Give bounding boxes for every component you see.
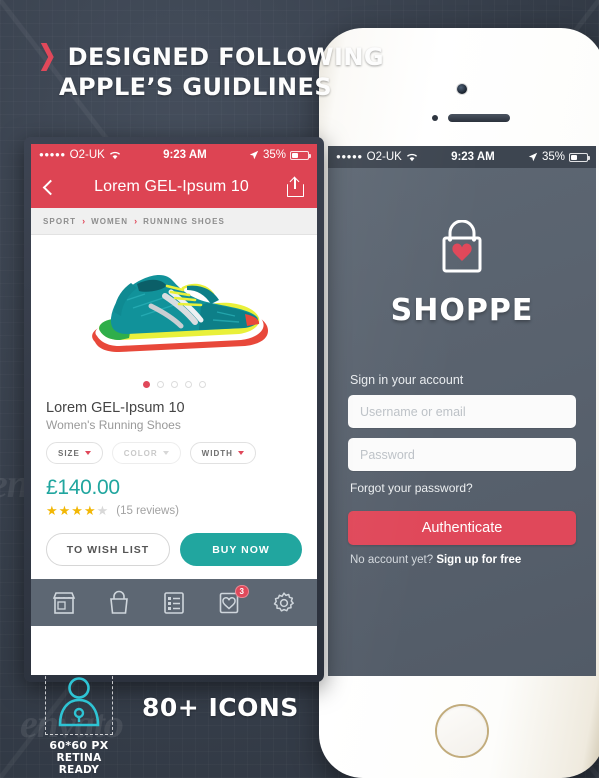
battery-icon: [569, 152, 590, 162]
no-account-label: No account yet?: [350, 554, 434, 566]
location-arrow-icon: [528, 152, 538, 162]
shopping-bag-heart-icon: [434, 219, 490, 283]
product-price: £140.00: [46, 476, 120, 499]
headline-line-2: APPLE’S GUIDLINES: [59, 73, 333, 101]
width-dropdown[interactable]: WIDTH: [189, 442, 256, 464]
gallery-dot-2[interactable]: [156, 381, 164, 388]
earpiece-speaker: [448, 114, 510, 122]
login-screen: ●●●●● O2-UK 9:23 AM 35% SHOPPE Sign in y…: [328, 146, 596, 676]
share-icon[interactable]: [287, 176, 304, 197]
home-button[interactable]: [437, 706, 487, 756]
breadcrumb: SPORT › WOMEN › RUNNING SHOES: [31, 208, 317, 235]
product-title: Lorem GEL-Ipsum 10: [46, 400, 185, 416]
clock-label: 9:23 AM: [451, 151, 495, 163]
status-bar-right: ●●●●● O2-UK 9:23 AM 35%: [328, 146, 596, 168]
phone-device-right: ●●●●● O2-UK 9:23 AM 35% SHOPPE Sign in y…: [319, 28, 599, 778]
password-input[interactable]: Password: [348, 438, 576, 471]
wishlist-button[interactable]: TO WISH LIST: [46, 533, 170, 566]
authenticate-button[interactable]: Authenticate: [348, 511, 576, 545]
product-subtitle: Women's Running Shoes: [46, 418, 181, 432]
location-arrow-icon: [249, 150, 259, 160]
carrier-label: O2-UK: [69, 149, 105, 161]
star-rating-icon: ★★★★★: [46, 503, 110, 518]
tab-wishlist[interactable]: 3: [216, 584, 249, 616]
wishlist-badge: 3: [234, 584, 249, 598]
rating-row: ★★★★★ (15 reviews): [46, 503, 302, 519]
size-dropdown[interactable]: SIZE: [46, 442, 103, 464]
color-label: COLOR: [123, 448, 158, 458]
page-title: Lorem GEL-Ipsum 10: [94, 178, 249, 195]
product-screen: ●●●●● O2-UK 9:23 AM 35% Lorem GEL-Ipsum …: [31, 144, 317, 675]
product-details: Lorem GEL-Ipsum 10 Women's Running Shoes…: [31, 392, 317, 579]
wifi-icon: [406, 153, 417, 162]
chevron-down-icon: [237, 451, 244, 455]
user-lock-icon: [55, 675, 103, 732]
icon-size-caption: 60*60 PX: [49, 739, 109, 752]
chevron-down-icon: [84, 451, 91, 455]
signal-dots-icon: ●●●●●: [39, 150, 66, 159]
chevron-right-icon: ›: [134, 216, 138, 226]
status-bar-left: ●●●●● O2-UK 9:23 AM 35%: [31, 144, 317, 166]
chevron-down-icon: [162, 451, 169, 455]
tab-settings[interactable]: [271, 590, 297, 616]
clock-label: 9:23 AM: [163, 149, 207, 161]
headline-line-1: DESIGNED FOLLOWING: [67, 43, 384, 71]
sign-up-row: No account yet? Sign up for free: [350, 554, 576, 566]
proximity-sensor-icon: [432, 115, 438, 121]
sign-in-label: Sign in your account: [350, 373, 464, 387]
product-gallery[interactable]: [31, 235, 317, 392]
shopping-bag-icon: [106, 590, 132, 616]
color-dropdown[interactable]: COLOR: [111, 442, 181, 464]
tab-list[interactable]: [161, 590, 187, 616]
gear-icon: [271, 590, 297, 616]
icon-retina-caption: RETINA READY: [56, 752, 102, 776]
breadcrumb-item-running-shoes[interactable]: RUNNING SHOES: [143, 217, 225, 226]
signal-dots-icon: ●●●●●: [336, 152, 363, 161]
tab-bag[interactable]: [106, 590, 132, 616]
sign-up-link[interactable]: Sign up for free: [436, 554, 521, 566]
battery-icon: [290, 150, 311, 160]
list-icon: [161, 590, 187, 616]
breadcrumb-item-sport[interactable]: SPORT: [43, 217, 76, 226]
product-options: SIZE COLOR WIDTH: [46, 442, 302, 464]
phone-device-left: ●●●●● O2-UK 9:23 AM 35% Lorem GEL-Ipsum …: [24, 137, 324, 682]
icon-bounding-box: [45, 671, 113, 735]
reviews-count-label[interactable]: (15 reviews): [116, 505, 179, 517]
chevron-right-icon: ›: [82, 216, 86, 226]
gallery-dots[interactable]: [31, 381, 317, 388]
username-input[interactable]: Username or email: [348, 395, 576, 428]
icon-preview-box: 60*60 PX RETINA READY: [38, 671, 120, 776]
chevron-right-icon: ❯: [38, 40, 57, 70]
carrier-label: O2-UK: [366, 151, 402, 163]
battery-percent-label: 35%: [262, 149, 286, 161]
product-actions: TO WISH LIST BUY NOW: [46, 533, 302, 579]
headline-block: ❯ DESIGNED FOLLOWING APPLE’S GUIDLINES: [36, 42, 384, 102]
size-label: SIZE: [58, 448, 80, 458]
login-form: SHOPPE Sign in your account Username or …: [328, 219, 596, 566]
buy-now-button[interactable]: BUY NOW: [180, 533, 302, 566]
brand-logo: SHOPPE: [348, 219, 576, 328]
store-icon: [51, 590, 77, 616]
battery-percent-label: 35%: [541, 151, 565, 163]
gallery-dot-1[interactable]: [142, 381, 150, 388]
front-camera-icon: [457, 84, 467, 94]
product-navbar: Lorem GEL-Ipsum 10: [31, 166, 317, 208]
tab-store[interactable]: [51, 590, 77, 616]
icons-footer: 60*60 PX RETINA READY 80+ ICONS: [38, 671, 299, 776]
forgot-password-link[interactable]: Forgot your password?: [350, 481, 576, 495]
wifi-icon: [109, 151, 120, 160]
brand-name: SHOPPE: [390, 293, 534, 328]
breadcrumb-item-women[interactable]: WOMEN: [91, 217, 128, 226]
running-shoe-image: [91, 274, 268, 352]
icons-count-label: 80+ ICONS: [142, 693, 299, 722]
gallery-dot-3[interactable]: [170, 381, 178, 388]
width-label: WIDTH: [201, 448, 233, 458]
gallery-dot-4[interactable]: [184, 381, 192, 388]
gallery-dot-5[interactable]: [198, 381, 206, 388]
tab-bar: 3: [31, 579, 317, 626]
